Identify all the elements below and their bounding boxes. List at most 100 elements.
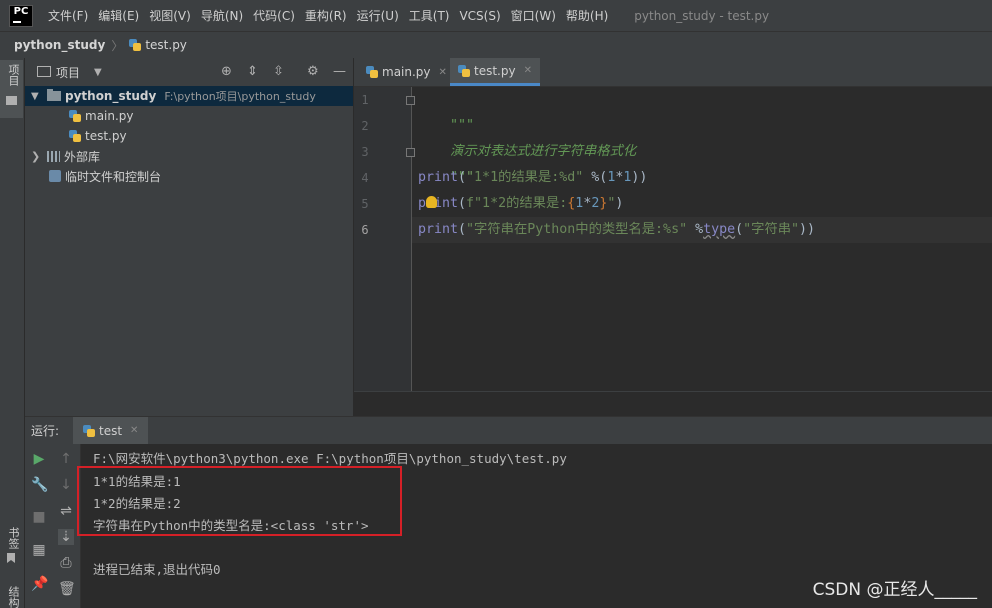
library-icon	[47, 150, 60, 162]
python-file-icon	[83, 424, 95, 437]
close-icon[interactable]: ✕	[524, 65, 532, 76]
expand-all-icon[interactable]: ⇕	[247, 64, 258, 80]
breadcrumb-project[interactable]: python_study	[14, 38, 105, 52]
rerun-icon[interactable]: ▶	[31, 451, 47, 467]
chevron-right-icon[interactable]: ❯	[31, 150, 47, 163]
line-number: 4	[361, 171, 369, 185]
bookmarks-tab-label: 书签	[7, 527, 20, 549]
line-gutter: 1 2 3 4 5 6	[354, 87, 415, 391]
stop-icon[interactable]: ■	[31, 509, 47, 525]
run-panel-header: 运行: test ✕	[25, 417, 992, 444]
folder-icon	[6, 96, 17, 105]
hide-panel-icon[interactable]: —	[333, 64, 346, 80]
code-line-1: """	[418, 87, 474, 133]
folder-icon	[47, 89, 61, 101]
scroll-down-icon[interactable]: ↓	[58, 477, 74, 493]
external-libraries-label: 外部库	[64, 149, 101, 164]
highlight-box	[77, 466, 402, 536]
line-number: 3	[361, 145, 369, 159]
run-toolbar: ▶ ↑ 🔧 ↓ ■ ⇌ ▦ ⇣ ⎙ 📌 🗑	[25, 444, 81, 608]
python-file-icon	[69, 130, 81, 142]
code-fstring: f"1*2的结果是:	[466, 196, 568, 211]
menu-bar: PC 文件(F) 编辑(E) 视图(V) 导航(N) 代码(C) 重构(R) 运…	[0, 0, 992, 31]
line-number: 1	[361, 93, 369, 107]
code-builtin: type	[703, 222, 736, 237]
console-line: 进程已结束,退出代码0	[93, 562, 221, 577]
tab-label: main.py	[382, 65, 431, 79]
project-root-path: F:\python项目\python_study	[164, 90, 316, 103]
run-panel-label: 运行:	[31, 424, 60, 438]
fold-marker-icon[interactable]	[406, 96, 415, 105]
menu-tools[interactable]: 工具(T)	[409, 7, 450, 24]
menu-help[interactable]: 帮助(H)	[566, 7, 608, 24]
close-icon[interactable]: ✕	[130, 425, 138, 436]
tree-scratches[interactable]: 临时文件和控制台	[49, 166, 161, 186]
tree-external-libraries[interactable]: ❯ 外部库	[31, 146, 100, 166]
tab-test-py[interactable]: test.py ✕	[450, 58, 540, 86]
code-line-3: """	[418, 139, 474, 185]
line-number: 2	[361, 119, 369, 133]
menu-code[interactable]: 代码(C)	[253, 7, 295, 24]
line-number: 5	[361, 197, 369, 211]
code-paren: ))	[799, 222, 816, 237]
project-panel-header: 项目 ▼ ⊕ ⇕ ⇳ ⚙ —	[25, 58, 353, 87]
project-root-name: python_study	[65, 89, 157, 103]
code-string: "1*1的结果是:%d"	[466, 170, 584, 185]
tree-root-project[interactable]: ▼ python_study F:\python项目\python_study	[25, 86, 353, 106]
bookmark-icon	[7, 553, 15, 563]
code-line-4: print("1*1的结果是:%d" %(1*1))	[418, 165, 647, 191]
wrench-icon[interactable]: 🔧	[31, 477, 48, 493]
code-docstring: 演示对表达式进行字符串格式化	[450, 144, 637, 159]
code-paren: (	[735, 222, 744, 237]
pin-icon[interactable]: 📌	[31, 576, 48, 592]
run-tab-test[interactable]: test ✕	[73, 417, 149, 444]
code-editor[interactable]: 1 2 3 4 5 6 """ 演示对表达式进行字符串格式化 """ print…	[354, 87, 992, 391]
logo-text: PC	[13, 5, 29, 17]
layout-icon[interactable]: ▦	[31, 542, 47, 558]
breadcrumb-file[interactable]: test.py	[145, 38, 187, 52]
menu-window[interactable]: 窗口(W)	[511, 7, 556, 24]
scroll-up-icon[interactable]: ↑	[58, 451, 74, 467]
file-name: test.py	[85, 129, 127, 143]
python-file-icon	[129, 39, 142, 51]
trash-icon[interactable]: 🗑	[58, 581, 76, 597]
breadcrumb-separator-icon: 〉	[111, 38, 124, 53]
chevron-down-icon[interactable]: ▼	[94, 67, 102, 78]
menu-view[interactable]: 视图(V)	[149, 7, 191, 24]
menu-navigate[interactable]: 导航(N)	[201, 7, 243, 24]
menu-run[interactable]: 运行(U)	[357, 7, 399, 24]
code-line-6: print("字符串在Python中的类型名是:%s" %type("字符串")…	[418, 217, 815, 243]
run-console[interactable]: F:\网安软件\python3\python.exe F:\python项目\p…	[77, 444, 992, 608]
lightbulb-icon[interactable]	[426, 196, 437, 208]
editor-tabs: main.py ✕ test.py ✕	[354, 58, 992, 87]
gear-icon[interactable]: ⚙	[307, 64, 319, 80]
menu-vcs[interactable]: VCS(S)	[459, 9, 500, 23]
breadcrumb: python_study 〉 test.py	[0, 31, 992, 58]
tab-main-py[interactable]: main.py ✕	[358, 58, 455, 86]
code-paren: (	[458, 222, 467, 237]
editor-bottom-area	[354, 391, 992, 417]
project-tool-tab[interactable]: 项目	[0, 60, 23, 118]
menu-edit[interactable]: 编辑(E)	[98, 7, 139, 24]
tree-file-test[interactable]: test.py	[69, 126, 127, 146]
code-builtin: print	[418, 170, 459, 185]
close-icon[interactable]: ✕	[439, 67, 447, 78]
code-operator: %(	[583, 170, 608, 185]
fold-marker-icon[interactable]	[406, 148, 415, 157]
code-line-2: 演示对表达式进行字符串格式化	[418, 113, 636, 159]
menu-refactor[interactable]: 重构(R)	[305, 7, 347, 24]
menu-file[interactable]: 文件(F)	[48, 7, 88, 24]
chevron-down-icon[interactable]: ▼	[31, 91, 43, 102]
scroll-to-end-icon[interactable]: ⇣	[58, 529, 74, 545]
python-file-icon	[366, 66, 378, 78]
structure-tool-tab[interactable]: 结构	[0, 582, 23, 608]
bookmarks-tool-tab[interactable]: 书签	[0, 523, 23, 563]
tree-file-main[interactable]: main.py	[69, 106, 134, 126]
print-icon[interactable]: ⎙	[58, 555, 74, 571]
code-builtin: print	[418, 222, 459, 237]
project-panel-title[interactable]: 项目	[56, 64, 80, 81]
soft-wrap-icon[interactable]: ⇌	[58, 503, 74, 519]
collapse-all-icon[interactable]: ⇳	[273, 64, 284, 80]
structure-tab-label: 结构	[7, 586, 20, 608]
locate-icon[interactable]: ⊕	[221, 64, 232, 80]
